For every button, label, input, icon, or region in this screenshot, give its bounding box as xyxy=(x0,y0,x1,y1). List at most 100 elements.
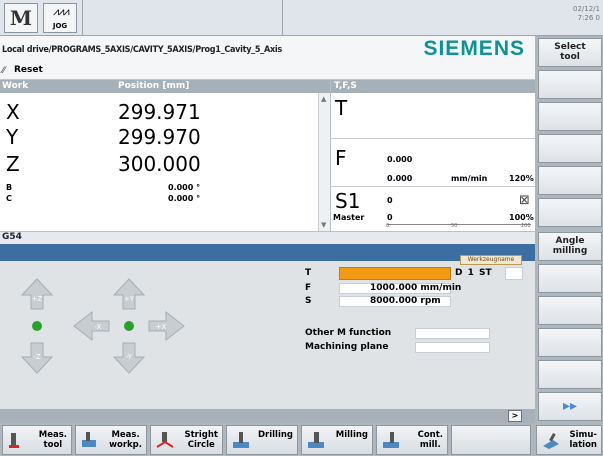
d-label: D xyxy=(455,268,463,278)
master-label: Master xyxy=(333,213,365,222)
scale-mid: 50 xyxy=(451,223,458,229)
status-cell xyxy=(82,0,282,36)
feed-input-value: 1000.000 mm/min xyxy=(370,283,461,293)
x-plus-arrow-icon xyxy=(148,310,185,342)
spindle-label: S1 xyxy=(335,189,361,213)
vertical-softkey-6[interactable] xyxy=(538,198,602,227)
svg-text:-Z: -Z xyxy=(33,353,41,361)
master-value: 0 xyxy=(387,213,393,222)
horizontal-softkey-bar: Meas. tool Meas. workp. Stright Circle D… xyxy=(0,423,603,456)
softkey-label: Stright Circle xyxy=(184,430,219,450)
meas-tool-softkey[interactable]: Meas. tool xyxy=(2,425,72,455)
axis-value-x: 299.971 xyxy=(118,100,201,124)
date-time: 02/12/1 7:26 0 xyxy=(535,0,603,36)
svg-text:+X: +X xyxy=(156,323,167,331)
feed-unit: mm/min xyxy=(420,283,462,293)
spindle-load-bar xyxy=(387,224,531,229)
more-softkeys-arrow-icon[interactable]: ▸▸ xyxy=(538,392,602,421)
f-label: F xyxy=(305,283,312,293)
measure-workpiece-icon xyxy=(82,432,96,447)
softkey-label: Meas. workp. xyxy=(109,430,142,450)
jog-center-dot-icon xyxy=(124,321,134,331)
z-plus-arrow-icon xyxy=(20,278,54,310)
vertical-softkey-4[interactable] xyxy=(538,134,602,163)
softkey-label: Drilling xyxy=(257,430,293,440)
softkey-label: Cont. mill. xyxy=(417,430,443,450)
vertical-softkey-5[interactable] xyxy=(538,166,602,195)
feed-label: F xyxy=(335,146,347,170)
softkey-label: Milling xyxy=(335,430,368,440)
t-label: T xyxy=(305,268,312,278)
vertical-softkey-8[interactable] xyxy=(538,264,602,293)
vertical-softkey-11[interactable] xyxy=(538,360,602,389)
svg-text:-X: -X xyxy=(95,323,102,331)
vertical-softkey-10[interactable] xyxy=(538,328,602,357)
st-label: ST xyxy=(479,268,492,278)
feed-value: 1000.000 xyxy=(370,283,418,293)
s-label: S xyxy=(305,296,312,306)
tfs-panel: T,F,S T F 0.000 0.000 mm/min 120% S1 0 ⊠… xyxy=(330,80,536,231)
tfs-header-label: T,F,S xyxy=(334,81,357,91)
jog-arrows-graphic: +Z -Z +Y -Y -X +X xyxy=(20,278,185,374)
m-function-input[interactable] xyxy=(415,328,490,339)
select-tool-softkey[interactable]: Select tool xyxy=(538,38,602,67)
machining-plane-input[interactable] xyxy=(415,342,490,353)
simulation-softkey[interactable]: Simu- lation xyxy=(536,425,602,455)
section-band xyxy=(0,244,535,261)
alarm-cell xyxy=(282,0,535,36)
svg-text:-Y: -Y xyxy=(126,353,133,361)
tool-name-field[interactable] xyxy=(339,267,451,280)
milling-icon xyxy=(308,432,324,448)
tool-input-panel: Werkzeugname +Z -Z +Y -Y -X +X T D 1 ST F 1… xyxy=(0,255,535,409)
scale-max: 100 xyxy=(521,223,531,229)
empty-softkey[interactable] xyxy=(451,425,531,455)
feed-set: 0.000 xyxy=(387,174,413,183)
vertical-softkey-3[interactable] xyxy=(538,102,602,131)
date: 02/12/1 xyxy=(573,5,600,13)
jog-label: JOG xyxy=(52,22,68,30)
program-path: Local drive/PROGRAMS_5AXIS/CAVITY_5AXIS/… xyxy=(2,45,282,55)
spindle-stop-icon: ⊠ xyxy=(519,193,530,208)
scroll-down-icon[interactable]: ▼ xyxy=(321,221,326,229)
jog-mode-icon[interactable]: ⩘⩘⩘ JOG xyxy=(43,3,77,33)
svg-text:+Y: +Y xyxy=(124,295,135,303)
softkey-label: Simu- lation xyxy=(569,430,597,450)
machine-mode-icon[interactable]: M xyxy=(4,3,38,33)
feed-unit: mm/min xyxy=(451,174,488,183)
meas-workpiece-softkey[interactable]: Meas. workp. xyxy=(75,425,147,455)
axis-name-c: C xyxy=(6,194,12,203)
work-scrollbar[interactable]: ▲ ▼ xyxy=(318,93,330,231)
sister-tool-field[interactable] xyxy=(505,267,523,280)
spindle-actual: 0 xyxy=(387,196,393,205)
vertical-softkey-9[interactable] xyxy=(538,296,602,325)
machining-plane-label: Machining plane xyxy=(305,342,389,352)
scale-min: 0 xyxy=(386,223,390,229)
contour-milling-softkey[interactable]: Cont. mill. xyxy=(376,425,448,455)
straight-circle-softkey[interactable]: Stright Circle xyxy=(150,425,223,455)
tfs-header: T,F,S xyxy=(331,80,536,93)
angle-milling-softkey[interactable]: Angle milling xyxy=(538,232,602,261)
jog-zigzag-icon: ⩘⩘⩘ xyxy=(53,5,70,18)
speed-unit: rpm xyxy=(420,296,441,306)
feed-actual: 0.000 xyxy=(387,155,413,164)
drilling-softkey[interactable]: Drilling xyxy=(226,425,298,455)
spindle-override: 100% xyxy=(509,213,534,222)
divider xyxy=(331,138,536,139)
reset-icon: ⁄⁄ xyxy=(2,66,6,76)
work-header: Work Position [mm] xyxy=(0,80,330,93)
speed-input-value: 8000.000 rpm xyxy=(370,296,441,306)
next-page-button[interactable]: > xyxy=(508,410,522,422)
y-plus-arrow-icon xyxy=(112,278,146,310)
program-path-row: Local drive/PROGRAMS_5AXIS/CAVITY_5AXIS/… xyxy=(0,36,535,64)
scroll-up-icon[interactable]: ▲ xyxy=(321,95,326,103)
svg-text:+Z: +Z xyxy=(32,295,43,303)
axis-value-b: 0.000 ° xyxy=(168,183,201,192)
top-status-bar: M ⩘⩘⩘ JOG xyxy=(0,0,535,36)
vertical-softkey-bar: Select tool Angle milling ▸▸ xyxy=(535,36,603,423)
axis-value-z: 300.000 xyxy=(118,152,201,176)
straight-circle-icon xyxy=(156,432,174,448)
tool-name-badge: Werkzeugname xyxy=(460,255,522,265)
siemens-logo: SIEMENS xyxy=(423,37,525,60)
milling-softkey[interactable]: Milling xyxy=(301,425,373,455)
vertical-softkey-2[interactable] xyxy=(538,70,602,99)
